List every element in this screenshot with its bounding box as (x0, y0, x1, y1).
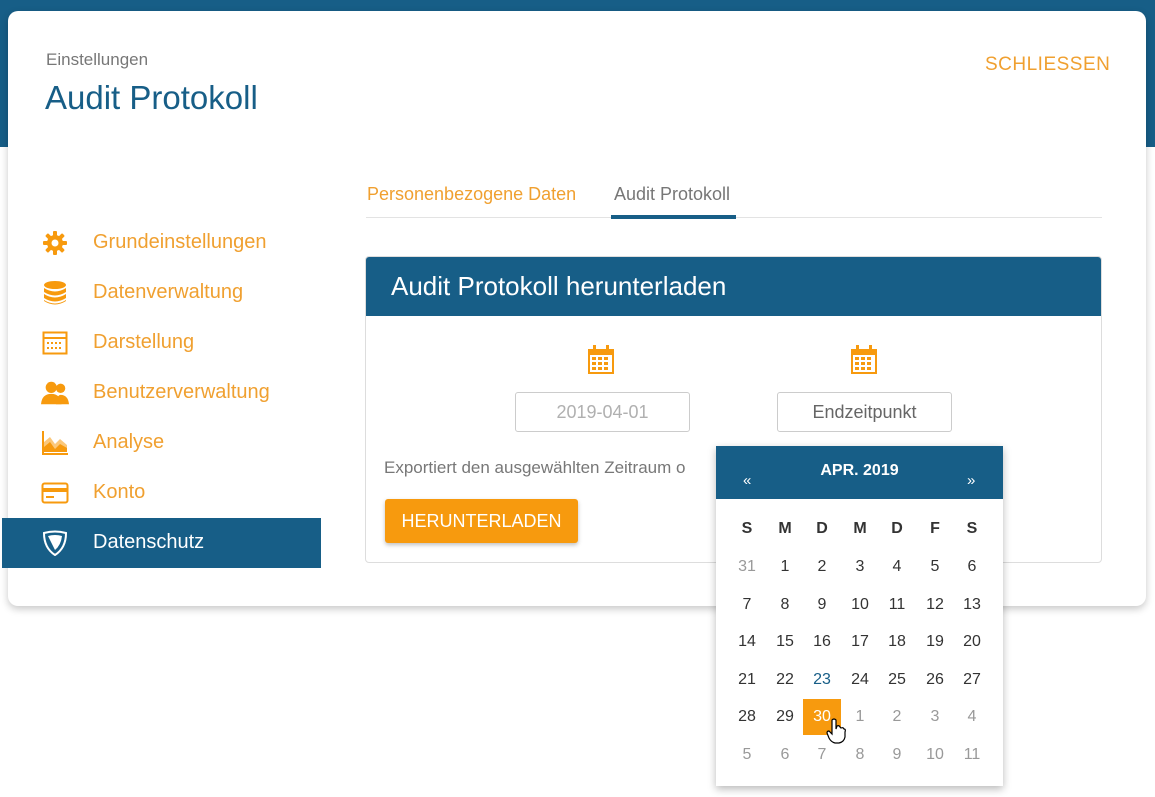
calendar-day[interactable]: 27 (953, 662, 991, 698)
sidebar-item-label: Konto (93, 481, 146, 503)
calendar-day[interactable]: 1 (766, 549, 804, 585)
datepicker-header: APR. 2019 « » (716, 446, 1003, 499)
sidebar-item-label: Analyse (93, 431, 165, 453)
weekday-header: S (741, 520, 753, 537)
export-description: Exportiert den ausgewählten Zeitraum o (384, 458, 686, 477)
weekday-header: F (930, 520, 940, 537)
calendar-day[interactable]: 10 (841, 587, 879, 623)
calendar-day[interactable]: 25 (878, 662, 916, 698)
sidebar-item-datenverwaltung[interactable]: Datenverwaltung (8, 268, 321, 318)
calendar-day[interactable]: 18 (878, 624, 916, 660)
calendar-icon[interactable] (587, 345, 615, 375)
calendar-day[interactable]: 16 (803, 624, 841, 660)
credit-card-icon (41, 479, 69, 507)
calendar-day[interactable]: 31 (728, 549, 766, 585)
calendar-day[interactable]: 11 (953, 737, 991, 773)
shield-icon (41, 529, 69, 557)
calendar-day[interactable]: 6 (953, 549, 991, 585)
sidebar-item-benutzerverwaltung[interactable]: Benutzerverwaltung (8, 368, 321, 418)
chart-icon (41, 429, 69, 457)
weekday-header: D (891, 520, 903, 537)
calendar-day[interactable]: 3 (841, 549, 879, 585)
panel-header: Audit Protokoll herunterladen (366, 257, 1101, 316)
users-icon (41, 379, 69, 407)
sidebar-item-label: Datenverwaltung (93, 281, 244, 303)
calendar-day[interactable]: 9 (803, 587, 841, 623)
calendar-day[interactable]: 3 (916, 699, 954, 735)
database-icon (41, 279, 69, 307)
sidebar-item-darstellung[interactable]: Darstellung (8, 318, 321, 368)
sidebar-item-analyse[interactable]: Analyse (8, 418, 321, 468)
calendar-day[interactable]: 11 (878, 587, 916, 623)
calendar-day[interactable]: 6 (766, 737, 804, 773)
calendar-icon[interactable] (850, 345, 878, 375)
weekday-header: M (778, 520, 792, 537)
calendar-day[interactable]: 23 (803, 662, 841, 698)
calendar-day[interactable]: 2 (878, 699, 916, 735)
calendar-day[interactable]: 12 (916, 587, 954, 623)
calendar-day[interactable]: 4 (878, 549, 916, 585)
calendar-day[interactable]: 1 (841, 699, 879, 735)
calendar-day[interactable]: 2 (803, 549, 841, 585)
calendar-day[interactable]: 14 (728, 624, 766, 660)
breadcrumb: Einstellungen (46, 50, 149, 69)
sidebar-item-grundeinstellungen[interactable]: Grundeinstellungen (8, 218, 321, 268)
calendar-day[interactable]: 8 (766, 587, 804, 623)
active-tab-indicator (611, 215, 736, 219)
prev-month-button[interactable]: « (743, 472, 751, 489)
calendar-day[interactable]: 4 (953, 699, 991, 735)
download-button[interactable]: HERUNTERLADEN (385, 499, 578, 543)
calendar-day[interactable]: 9 (878, 737, 916, 773)
sidebar-item-label: Datenschutz (93, 531, 205, 553)
close-button[interactable]: SCHLIESSEN (985, 54, 1110, 76)
sidebar: Grundeinstellungen Datenverwaltung Darst… (2, 218, 321, 568)
weekday-header: D (816, 520, 828, 537)
weekday-header: S (966, 520, 978, 537)
weekday-header: M (853, 520, 867, 537)
sidebar-item-konto[interactable]: Konto (8, 468, 321, 518)
tab-audit-protokoll[interactable]: Audit Protokoll (614, 184, 730, 205)
sidebar-item-label: Benutzerverwaltung (93, 381, 270, 403)
next-month-button[interactable]: » (967, 472, 975, 489)
calendar-day[interactable]: 13 (953, 587, 991, 623)
tab-bar: Personenbezogene Daten Audit Protokoll (366, 173, 1102, 219)
tab-personenbezogene-daten[interactable]: Personenbezogene Daten (367, 184, 576, 205)
datepicker-month-label[interactable]: APR. 2019 (716, 462, 1003, 480)
calendar-day[interactable]: 7 (728, 587, 766, 623)
calendar-day[interactable]: 5 (916, 549, 954, 585)
calendar-day[interactable]: 22 (766, 662, 804, 698)
calendar-day[interactable]: 10 (916, 737, 954, 773)
sidebar-item-datenschutz[interactable]: Datenschutz (2, 518, 321, 568)
calendar-day[interactable]: 28 (728, 699, 766, 735)
hand-cursor-icon (826, 718, 846, 744)
calendar-day[interactable]: 21 (728, 662, 766, 698)
layout-icon (41, 329, 69, 357)
gear-icon (41, 229, 69, 257)
calendar-day[interactable]: 29 (766, 699, 804, 735)
datepicker-popup: APR. 2019 « » S M D M D F S 31 1 2 3 4 5 6 7 8 9 10 11 12 13… (716, 446, 1003, 786)
calendar-day[interactable]: 26 (916, 662, 954, 698)
calendar-day[interactable]: 19 (916, 624, 954, 660)
end-date-input[interactable]: Endzeitpunkt (777, 392, 952, 432)
calendar-day[interactable]: 17 (841, 624, 879, 660)
calendar-day[interactable]: 15 (766, 624, 804, 660)
page-title: Audit Protokoll (45, 79, 258, 116)
sidebar-item-label: Grundeinstellungen (93, 231, 267, 253)
sidebar-item-label: Darstellung (93, 331, 195, 353)
calendar-day[interactable]: 24 (841, 662, 879, 698)
calendar-day[interactable]: 5 (728, 737, 766, 773)
calendar-day[interactable]: 8 (841, 737, 879, 773)
panel-title: Audit Protokoll herunterladen (391, 271, 727, 301)
start-date-input[interactable]: 2019-04-01 (515, 392, 690, 432)
calendar-day[interactable]: 20 (953, 624, 991, 660)
